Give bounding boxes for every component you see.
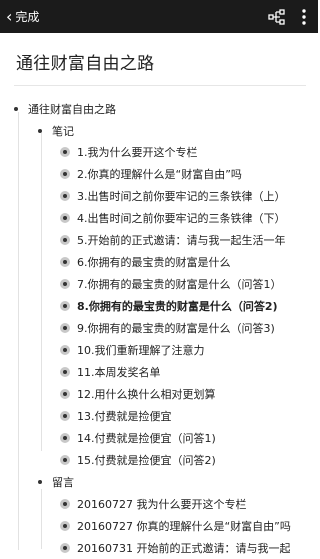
node-label: 15.付费就是捡便宜（问答2) <box>77 454 216 467</box>
document-header: 通往财富自由之路 <box>0 33 318 85</box>
outline-node-item[interactable]: 1.我为什么要开这个专栏 <box>60 141 198 163</box>
outline-node-item[interactable]: 9.你拥有的最宝贵的财富是什么（问答3) <box>60 317 275 339</box>
outline-node-item[interactable]: 8.你拥有的最宝贵的财富是什么（问答2) <box>60 295 278 317</box>
chevron-left-icon: ‹ <box>6 6 13 26</box>
outline-node-item[interactable]: 6.你拥有的最宝贵的财富是什么 <box>60 251 231 273</box>
collapsed-bullet-icon <box>60 389 70 399</box>
node-label: 9.你拥有的最宝贵的财富是什么（问答3) <box>77 322 275 335</box>
outline-node-item[interactable]: 11.本周发奖名单 <box>60 361 161 383</box>
mindmap-tree-icon[interactable] <box>268 8 286 26</box>
collapsed-bullet-icon <box>60 257 70 267</box>
outline-node-item[interactable]: 7.你拥有的最宝贵的财富是什么（问答1） <box>60 273 282 295</box>
outline-node-item[interactable]: 3.出售时间之前你要牢记的三条铁律（上） <box>60 185 286 207</box>
collapsed-bullet-icon <box>60 433 70 443</box>
node-label: 10.我们重新理解了注意力 <box>77 344 205 357</box>
node-label: 7.你拥有的最宝贵的财富是什么（问答1） <box>77 278 282 291</box>
top-bar: ‹ 完成 <box>0 0 318 33</box>
indent-guide <box>41 489 42 549</box>
outline-node-item[interactable]: 2.你真的理解什么是“财富自由”吗 <box>60 163 242 185</box>
node-label: 11.本周发奖名单 <box>77 366 161 379</box>
collapsed-bullet-icon <box>60 169 70 179</box>
node-label: 13.付费就是捡便宜 <box>77 410 172 423</box>
collapsed-bullet-icon <box>60 191 70 201</box>
collapsed-bullet-icon <box>60 455 70 465</box>
done-button[interactable]: ‹ 完成 <box>6 0 39 33</box>
page-title: 通往财富自由之路 <box>16 54 155 74</box>
collapsed-bullet-icon <box>60 279 70 289</box>
outline-node-item[interactable]: 20160727 你真的理解什么是“财富自由”吗 <box>60 515 291 537</box>
collapsed-bullet-icon <box>60 213 70 223</box>
collapsed-bullet-icon <box>60 411 70 421</box>
node-label: 14.付费就是捡便宜（问答1) <box>77 432 216 445</box>
outline-node-item[interactable]: 12.用什么换什么相对更划算 <box>60 383 216 405</box>
collapsed-bullet-icon <box>60 235 70 245</box>
more-vertical-icon[interactable] <box>298 8 310 26</box>
node-label: 1.我为什么要开这个专栏 <box>77 146 198 159</box>
outline-node-section[interactable]: 留言 <box>38 471 74 493</box>
collapsed-bullet-icon <box>60 301 70 311</box>
divider <box>14 85 306 86</box>
outline-node-item[interactable]: 13.付费就是捡便宜 <box>60 405 172 427</box>
indent-guide <box>18 112 19 550</box>
bullet-icon <box>38 480 42 484</box>
node-label: 6.你拥有的最宝贵的财富是什么 <box>77 256 231 269</box>
collapsed-bullet-icon <box>60 323 70 333</box>
collapsed-bullet-icon <box>60 499 70 509</box>
collapsed-bullet-icon <box>60 367 70 377</box>
collapsed-bullet-icon <box>60 521 70 531</box>
outline-node-item[interactable]: 15.付费就是捡便宜（问答2) <box>60 449 216 471</box>
done-label: 完成 <box>15 10 40 24</box>
outline-node-item[interactable]: 20160731 开始前的正式邀请：请与我一起 <box>60 537 318 559</box>
node-label: 2.你真的理解什么是“财富自由”吗 <box>77 168 242 181</box>
node-label: 笔记 <box>52 125 74 138</box>
collapsed-bullet-icon <box>60 345 70 355</box>
outline-node-item[interactable]: 10.我们重新理解了注意力 <box>60 339 205 361</box>
outline-node-item[interactable]: 4.出售时间之前你要牢记的三条铁律（下） <box>60 207 286 229</box>
bullet-icon <box>14 107 18 111</box>
outline-node-item[interactable]: 20160727 我为什么要开这个专栏 <box>60 493 246 515</box>
outline-node-root[interactable]: 通往财富自由之路 <box>14 98 116 120</box>
node-label: 20160727 我为什么要开这个专栏 <box>77 498 247 511</box>
node-label: 20160727 你真的理解什么是“财富自由”吗 <box>77 520 291 533</box>
bullet-icon <box>38 129 42 133</box>
indent-guide <box>41 133 42 451</box>
collapsed-bullet-icon <box>60 543 70 553</box>
outline-node-section[interactable]: 笔记 <box>38 120 74 142</box>
outline-node-item[interactable]: 5.开始前的正式邀请：请与我一起生活一年 <box>60 229 286 251</box>
node-label: 通往财富自由之路 <box>28 103 116 116</box>
outline-node-item[interactable]: 14.付费就是捡便宜（问答1) <box>60 427 216 449</box>
node-label: 4.出售时间之前你要牢记的三条铁律（下） <box>77 212 286 225</box>
node-label: 8.你拥有的最宝贵的财富是什么（问答2) <box>77 300 278 313</box>
node-label: 3.出售时间之前你要牢记的三条铁律（上） <box>77 190 286 203</box>
node-label: 12.用什么换什么相对更划算 <box>77 388 216 401</box>
collapsed-bullet-icon <box>60 147 70 157</box>
node-label: 留言 <box>52 476 74 489</box>
node-label: 20160731 开始前的正式邀请：请与我一起 <box>77 542 291 555</box>
node-label: 5.开始前的正式邀请：请与我一起生活一年 <box>77 234 286 247</box>
